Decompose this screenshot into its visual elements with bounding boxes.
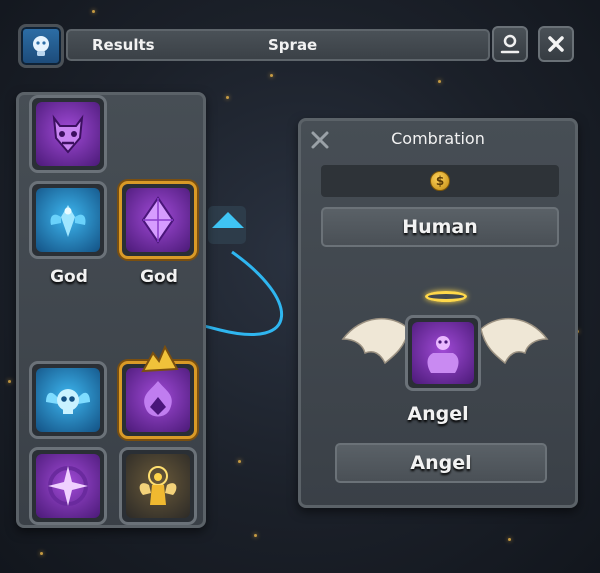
element-tile-god-spirit[interactable] xyxy=(29,181,107,259)
link-arrow-up xyxy=(212,212,244,228)
input-element-slot[interactable]: Human xyxy=(321,207,559,247)
flame-icon xyxy=(144,381,172,417)
tile-label: God xyxy=(50,267,88,287)
output-element-slot[interactable]: Angel xyxy=(335,443,547,483)
angel-icon xyxy=(427,336,459,373)
compass-star-icon xyxy=(48,466,88,506)
element-tile-demon[interactable] xyxy=(29,95,107,173)
element-tile-winged-skull[interactable] xyxy=(29,361,107,439)
winged-skull-icon xyxy=(46,389,90,414)
crystal-icon xyxy=(141,196,175,244)
right-wing-icon xyxy=(480,317,549,365)
left-wing-icon xyxy=(341,317,410,365)
tile-label: God xyxy=(140,267,178,287)
panel-title: Combration xyxy=(391,129,485,148)
element-tile-compass[interactable] xyxy=(29,447,107,525)
halo-icon xyxy=(425,291,467,302)
currency-bar: $ xyxy=(321,165,559,197)
hand-cursor-icon xyxy=(141,345,179,373)
demon-mask-icon xyxy=(52,114,84,154)
element-inventory-panel: God God xyxy=(16,92,206,528)
element-tile-god-crystal[interactable] xyxy=(119,181,197,259)
golden-angel-icon xyxy=(139,466,177,505)
result-tile[interactable] xyxy=(405,315,481,391)
result-element-name: Angel xyxy=(407,403,469,425)
winged-spirit-icon xyxy=(50,205,86,237)
element-tile-golden-angel[interactable] xyxy=(119,447,197,525)
coin-icon: $ xyxy=(430,171,450,191)
combination-panel: Combration $ Human Angel Angel xyxy=(298,118,578,508)
